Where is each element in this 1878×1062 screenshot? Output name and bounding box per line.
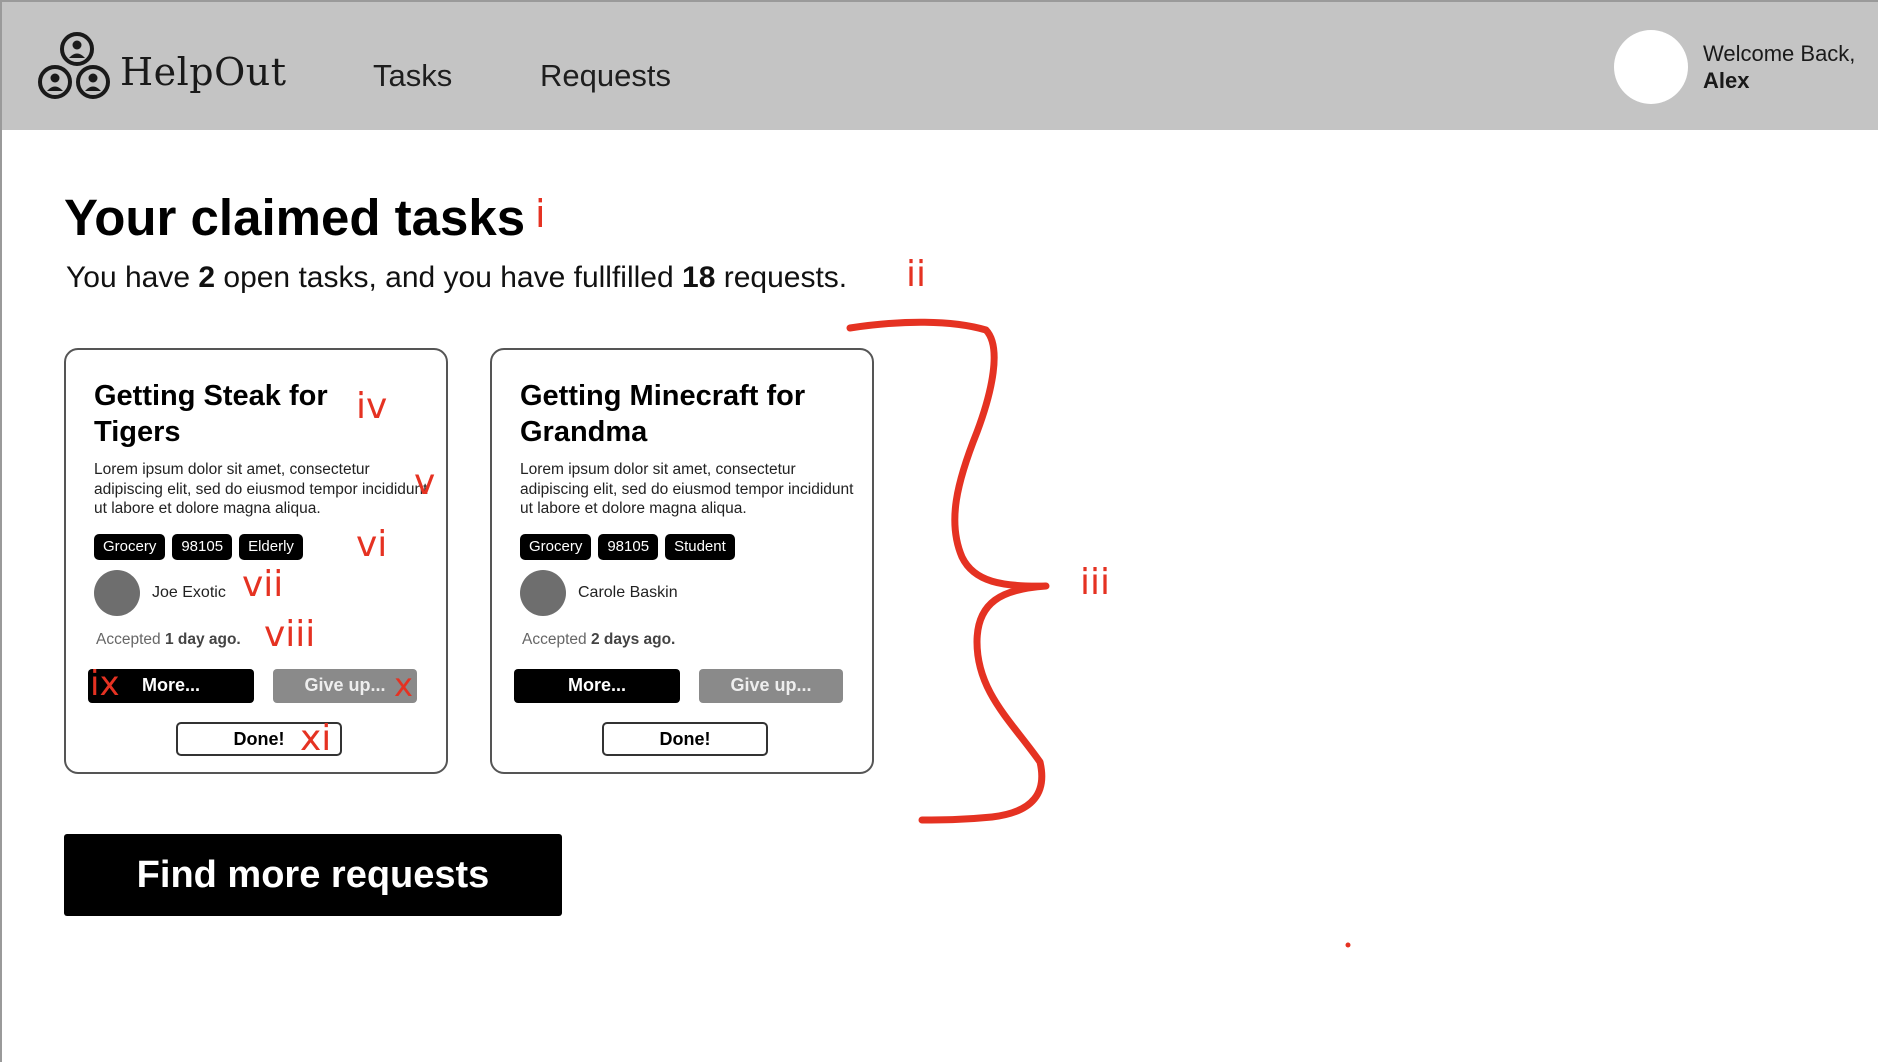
summary-post: requests. [715,261,848,294]
task-title: Getting Steak for Tigers [94,380,328,448]
requester-name: Carole Baskin [578,584,678,601]
more-button[interactable]: More... [514,669,680,703]
requester: Joe Exotic [94,570,226,616]
annotation-label: ix [90,664,120,704]
task-description: Lorem ipsum dolor sit amet, consectetur … [520,461,854,517]
annotation-label: i [535,192,546,236]
annotation-label: x [394,666,413,704]
tag-chip: 98105 [598,534,659,560]
requester-avatar [520,570,566,616]
summary-mid: open tasks, and you have fullfilled [215,261,683,294]
annotation-label: xi [300,718,332,759]
three-people-logo-icon[interactable] [36,30,118,104]
tag-chip: Grocery [520,534,592,560]
user-name: Alex [1703,68,1750,93]
open-task-count: 2 [198,261,216,294]
tag-list: Grocery 98105 Elderly [94,534,303,560]
annotation-label: vii [242,564,284,605]
summary-pre: You have [66,261,199,294]
accepted-label: Accepted [522,631,591,648]
tag-chip: Elderly [239,534,303,560]
requester: Carole Baskin [520,570,678,616]
task-description: Lorem ipsum dolor sit amet, consectetur … [94,461,428,517]
tag-chip: 98105 [172,534,233,560]
tag-list: Grocery 98105 Student [520,534,735,560]
accepted-value: 1 day ago. [164,631,241,648]
accepted-time: Accepted 1 day ago. [96,631,241,649]
done-button[interactable]: Done! [602,722,768,756]
annotation-label: vi [356,524,388,565]
tag-chip: Grocery [94,534,166,560]
accepted-value: 2 days ago. [590,631,676,648]
give-up-button[interactable]: Give up... [699,669,843,703]
app-root: HelpOut Tasks Requests Welcome Back, Ale… [0,0,1878,1062]
accepted-label: Accepted [96,631,165,648]
tag-chip: Student [665,534,735,560]
user-avatar[interactable] [1614,30,1688,104]
annotation-label: ii [906,254,927,295]
annotation-label: iv [356,386,388,427]
requester-avatar [94,570,140,616]
annotation-label: v [414,462,436,503]
welcome-block: Welcome Back, Alex [1703,40,1855,94]
brand-name: HelpOut [120,50,287,94]
task-card: Getting Minecraft for Grandma Lorem ipsu… [490,348,874,774]
fulfilled-count: 18 [682,261,716,294]
welcome-text: Welcome Back, [1703,41,1856,66]
task-title: Getting Minecraft for Grandma [520,380,806,448]
nav-requests[interactable]: Requests [540,58,671,94]
find-more-requests-button[interactable]: Find more requests [64,834,562,916]
requester-name: Joe Exotic [152,584,226,601]
summary-text: You have 2 open tasks, and you have full… [66,261,847,295]
page-title: Your claimed tasks [64,189,526,246]
annotation-label: iii [1080,562,1111,603]
nav-tasks[interactable]: Tasks [373,58,452,94]
accepted-time: Accepted 2 days ago. [522,631,675,649]
annotation-label: viii [264,614,316,655]
task-card: Getting Steak for Tigers Lorem ipsum dol… [64,348,448,774]
header-bar: HelpOut Tasks Requests Welcome Back, Ale… [2,2,1878,130]
